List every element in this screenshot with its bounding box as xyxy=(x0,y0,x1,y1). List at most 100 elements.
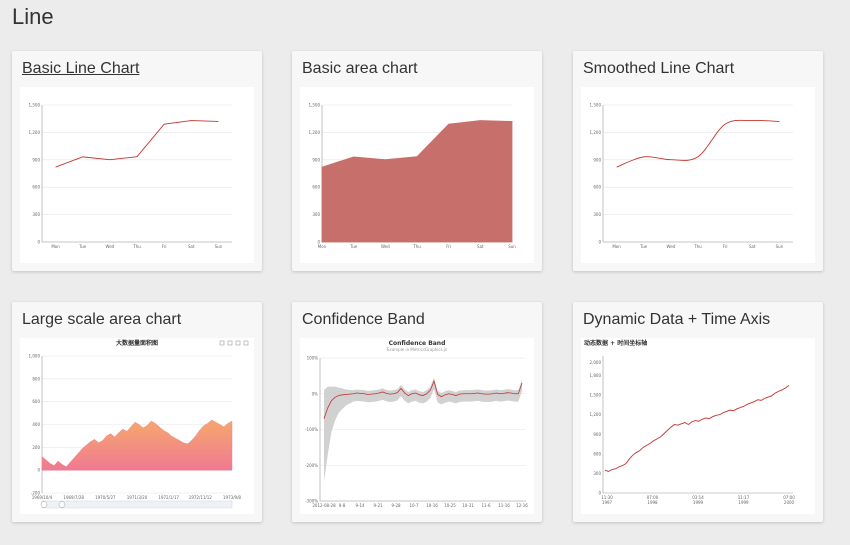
x-tick-label: 11-6 xyxy=(481,503,491,508)
x-tick-label: Sat xyxy=(188,244,195,249)
y-tick-label: 300 xyxy=(312,212,320,217)
y-tick-label: 1,000 xyxy=(29,354,41,359)
y-tick-label: 1,500 xyxy=(590,393,602,398)
y-tick-label: 0 xyxy=(37,240,40,245)
chart-thumbnail[interactable]: 大数据量面积图 -200 0 200 400 600 800 1,000 1969/10/4 19… xyxy=(20,338,254,514)
y-tick-label: 1,200 xyxy=(590,130,602,135)
y-tick-label: 600 xyxy=(593,451,601,456)
x-tick-label: Sun xyxy=(776,244,784,249)
y-tick-label: 1,500 xyxy=(590,103,602,108)
x-tick-label: 10-7 xyxy=(409,503,419,508)
x-tick-label: 10-16 xyxy=(426,503,438,508)
refresh-icon xyxy=(235,340,241,346)
y-tick-label: 300 xyxy=(593,212,601,217)
y-tick-label: 900 xyxy=(312,157,320,162)
y-tick-label: 600 xyxy=(32,399,40,404)
large-scale-area-chart: 大数据量面积图-20002004006008001,0001969/10/4 19… xyxy=(29,339,249,509)
card-large-scale-area-chart[interactable]: Large scale area chart 大数据量面积图 -200 0 200 40… xyxy=(12,302,262,522)
x-tick-label: 2000 xyxy=(784,500,795,505)
chart-thumbnail[interactable]: 0 300 600 900 1,200 1,500 Mon Tue Wed Thu Fri Sat Su… xyxy=(581,87,815,263)
x-tick-label: 9-8 xyxy=(339,503,346,508)
x-tick-label: 1972/1/17 xyxy=(158,495,179,500)
x-tick-label: 1973/9/8 xyxy=(223,495,241,500)
x-tick-label: Mon xyxy=(318,244,327,249)
x-tick-label: Mon xyxy=(612,244,621,249)
x-tick-label: Sun xyxy=(508,244,516,249)
x-tick-label: Sat xyxy=(477,244,484,249)
x-tick-label: Fri xyxy=(723,244,728,249)
chart-thumbnail[interactable]: 0 300 600 900 1,200 1,500 Mon Tue Wed Thu Fri Sat Su… xyxy=(20,87,254,263)
x-tick-label: Thu xyxy=(693,244,702,249)
basic-area-chart: 03006009001,2001,500Mon Tue Wed Thu Fri Sat Su… xyxy=(309,103,517,250)
x-tick-label: 11-16 xyxy=(498,503,510,508)
chart-title: Confidence Band xyxy=(389,340,446,347)
y-tick-label: 1,200 xyxy=(309,130,321,135)
save-icon xyxy=(243,340,249,346)
datazoom-handle-right xyxy=(58,501,66,508)
y-tick-label: 1,500 xyxy=(29,103,41,108)
x-tick-label: Mon xyxy=(51,244,60,249)
y-tick-label: 0% xyxy=(312,391,319,396)
x-tick-label: 9-28 xyxy=(391,503,401,508)
chart-subtitle: Example in MetricsGraphics.js xyxy=(387,347,447,352)
x-tick-label: 10-31 xyxy=(462,503,474,508)
x-tick-label: Thu xyxy=(132,244,141,249)
y-tick-label: 0 xyxy=(37,468,40,473)
x-tick-label: 1969/10/4 xyxy=(32,495,53,500)
card-title[interactable]: Smoothed Line Chart xyxy=(583,60,734,78)
y-tick-label: 300 xyxy=(593,471,601,476)
y-tick-label: 800 xyxy=(32,376,40,381)
datazoom-slider xyxy=(41,500,233,509)
x-tick-label: 1999 xyxy=(693,500,704,505)
card-smoothed-line-chart[interactable]: Smoothed Line Chart 0 300 600 900 1,200 1,500… xyxy=(573,51,823,271)
card-title[interactable]: Large scale area chart xyxy=(22,311,181,329)
y-tick-label: 100% xyxy=(307,356,319,361)
x-tick-label: 10-25 xyxy=(444,503,456,508)
x-tick-label: Thu xyxy=(412,244,421,249)
area-series xyxy=(321,120,513,243)
x-tick-label: 1971/3/20 xyxy=(127,495,148,500)
chart-thumbnail[interactable]: Confidence Band Example in MetricsGraphic… xyxy=(300,338,534,514)
basic-line-chart: 0 300 600 900 1,200 1,500 Mon Tue Wed Thu Fri Sat Su… xyxy=(29,103,232,249)
card-title[interactable]: Confidence Band xyxy=(302,311,425,329)
chart-title: 大数据量面积图 xyxy=(116,339,158,347)
y-tick-label: 400 xyxy=(32,422,40,427)
card-title[interactable]: Basic area chart xyxy=(302,60,418,78)
x-tick-label: 1970/5/27 xyxy=(95,495,116,500)
y-tick-label: -200% xyxy=(305,463,318,468)
x-tick-label: Fri xyxy=(162,244,167,249)
y-tick-label: 600 xyxy=(32,185,40,190)
dynamic-data-time-axis-chart: 动态数据 + 时间坐标轴03006009001,2001,5001,8002,0… xyxy=(584,339,795,505)
card-basic-line-chart[interactable]: Basic Line Chart 0 300 600 900 1,200 1,500 Mon… xyxy=(12,51,262,271)
y-tick-label: 1,200 xyxy=(590,412,602,417)
x-tick-label: 1972/11/12 xyxy=(189,495,213,500)
y-tick-label: 600 xyxy=(593,185,601,190)
y-tick-label: 900 xyxy=(593,157,601,162)
x-tick-label: Wed xyxy=(381,244,390,249)
data-view-icon xyxy=(227,340,233,346)
y-tick-label: 1,500 xyxy=(309,103,321,108)
x-tick-label: 9-21 xyxy=(373,503,383,508)
card-dynamic-data-time-axis[interactable]: Dynamic Data + Time Axis 动态数据 + 时间坐标轴 0 30… xyxy=(573,302,823,522)
card-basic-area-chart[interactable]: Basic area chart 0 300 600 900 1,200 1,500 Mon… xyxy=(292,51,542,271)
card-confidence-band[interactable]: Confidence Band Confidence Band Example i… xyxy=(292,302,542,522)
x-tick-label: 2012-08-28 xyxy=(312,503,336,508)
restore-icon xyxy=(219,340,225,346)
chart-thumbnail[interactable]: 0 300 600 900 1,200 1,500 Mon Tue Wed Thu Fri Sat Su… xyxy=(300,87,534,263)
chart-thumbnail[interactable]: 动态数据 + 时间坐标轴 0 300 600 900 1,200 1,500 1,800 2,0… xyxy=(581,338,815,514)
y-tick-label: 900 xyxy=(32,157,40,162)
x-tick-label: 9-14 xyxy=(355,503,365,508)
area-series xyxy=(41,419,233,471)
y-tick-label: 0 xyxy=(598,240,601,245)
line-series xyxy=(55,120,219,168)
x-tick-label: Fri xyxy=(446,244,451,249)
x-tick-label: Tue xyxy=(639,244,647,249)
smoothed-line-chart: 0 300 600 900 1,200 1,500 Mon Tue Wed Thu Fri Sat Su… xyxy=(590,103,793,249)
y-tick-label: -100% xyxy=(305,427,318,432)
y-tick-label: 900 xyxy=(593,432,601,437)
card-title[interactable]: Basic Line Chart xyxy=(22,60,139,78)
confidence-band-chart: Confidence BandExample in MetricsGraphic… xyxy=(305,340,528,508)
card-title[interactable]: Dynamic Data + Time Axis xyxy=(583,311,770,329)
x-tick-label: 1997 xyxy=(602,500,613,505)
y-tick-label: 1,800 xyxy=(590,373,602,378)
